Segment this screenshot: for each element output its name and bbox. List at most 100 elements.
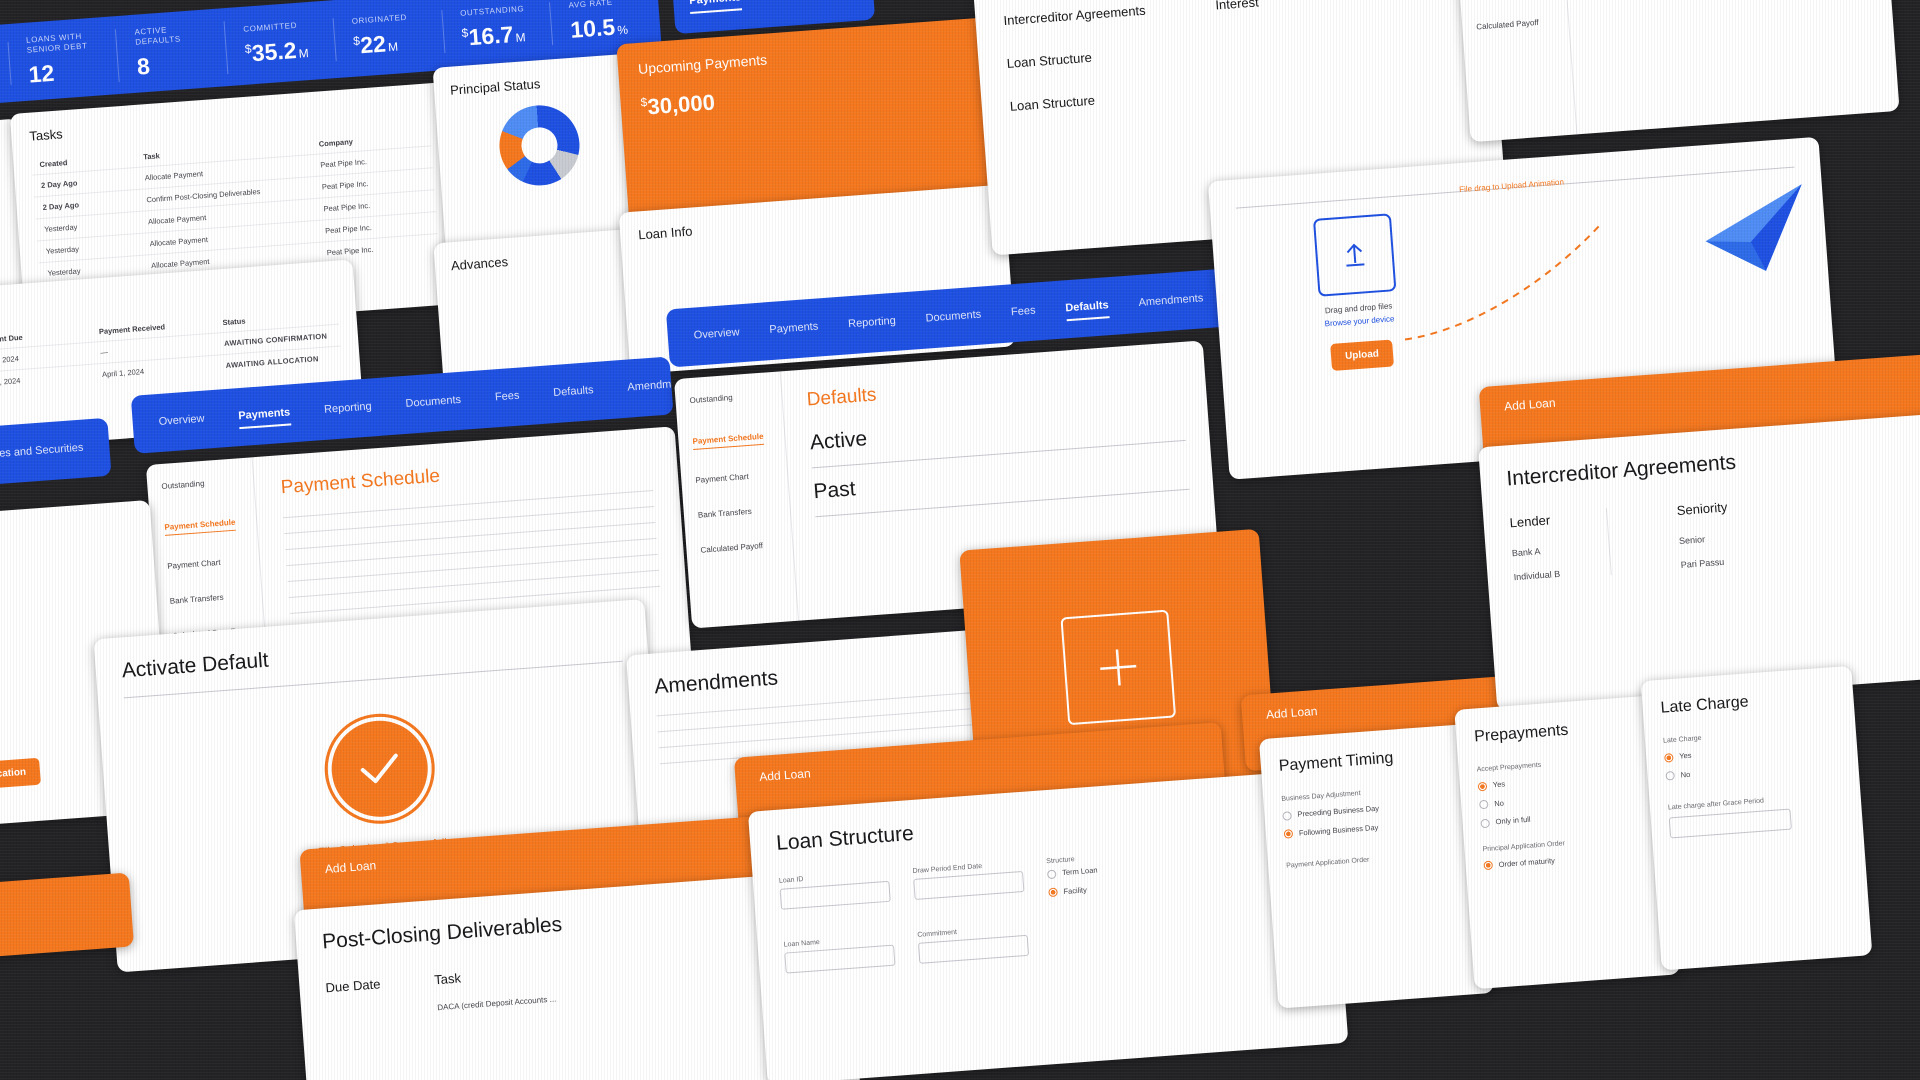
radio-icon-selected <box>1483 860 1494 871</box>
principal-status-title: Principal Status <box>449 76 541 98</box>
tab-documents[interactable]: Documents <box>405 393 462 412</box>
paper-plane-icon <box>1705 184 1802 271</box>
sidebar-item-payment-chart[interactable]: Payment Chart <box>695 469 787 485</box>
radio-option-term-loan[interactable]: Term Loan <box>1046 866 1098 879</box>
post-closing-title: Post-Closing Deliverables <box>321 912 563 954</box>
kpi-active-defaults: ACTIVE DEFAULTS 8 <box>116 20 229 82</box>
tab-reporting[interactable]: Reporting <box>848 314 897 332</box>
radio-option-preceding-business-day[interactable]: Preceding Business Day <box>1282 798 1462 821</box>
tab-payments[interactable]: Payments <box>769 320 819 339</box>
radio-option-yes[interactable]: Yes <box>1664 740 1839 763</box>
tab-defaults[interactable]: Defaults <box>1065 299 1109 317</box>
radio-icon-selected <box>1048 887 1058 898</box>
upload-button[interactable]: Upload <box>1330 339 1394 371</box>
nav-bar-left-partial[interactable]: Fees Defaults Amendments Contingent Fees… <box>0 417 112 511</box>
intercreditor-col-seniority: Seniority Senior Pari Passu <box>1676 499 1731 570</box>
overview-link-loan-structure[interactable]: Loan Structure <box>1006 46 1149 71</box>
screens-board: LOANS 36 LOANS WITH SENIOR DEBT 12 ACTIV… <box>0 0 1920 1080</box>
tab-documents[interactable]: Documents <box>925 308 982 327</box>
radio-option-only-in-full[interactable]: Only in full <box>1480 806 1650 828</box>
kpi-label: COMMITTED <box>242 20 298 34</box>
radio-option-facility[interactable]: Facility <box>1048 884 1099 898</box>
sidebar-item-bank-transfers[interactable]: Bank Transfers <box>170 590 262 606</box>
loan-name-input[interactable] <box>784 944 896 974</box>
late-charge-grace-period-group: Late charge after Grace Period <box>1668 792 1845 839</box>
tab-amendments[interactable]: Amendments <box>1138 292 1204 312</box>
radio-label: Yes <box>1492 779 1506 790</box>
loan-structure-form-card: Loan Structure Loan ID Draw Period End D… <box>747 769 1349 1080</box>
sidebar-item-payment-schedule[interactable]: Payment Schedule <box>164 517 237 536</box>
tab-reporting[interactable]: Reporting <box>324 400 373 418</box>
sidebar-item-payment-schedule[interactable]: Payment Schedule <box>692 431 765 450</box>
kpi-avg-rate: AVG RATE 10.5% <box>550 0 661 45</box>
kpi-unit: % <box>616 22 629 37</box>
radio-icon-selected <box>1283 829 1294 839</box>
radio-option-order-of-maturity[interactable]: Order of maturity <box>1483 848 1653 871</box>
payoff-sidebar: Payment Schedule Payment Chart Bank Tran… <box>1452 0 1578 143</box>
structure-radio-group: Structure Term Loan Facility <box>1046 855 1100 907</box>
radio-option-yes[interactable]: Yes <box>1477 769 1648 791</box>
payoff-sidebar-item-calculated-payoff[interactable]: Calculated Payoff <box>1476 16 1568 32</box>
cell-due-date <box>327 1007 384 1020</box>
kpi-committed: COMMITTED $35.2M <box>225 17 337 69</box>
advances-title: Advances <box>450 254 509 274</box>
overview-links-col-2: Payment Timing Interest <box>1212 0 1315 98</box>
radio-label: No <box>1680 769 1691 780</box>
radio-label: Preceding Business Day <box>1297 803 1380 819</box>
tab-fees[interactable]: Fees <box>495 389 521 406</box>
grace-period-input[interactable] <box>1668 808 1792 839</box>
dropzone-text: Drag and drop files <box>1324 301 1393 316</box>
overview-link-intercreditor-agreements[interactable]: Intercreditor Agreements <box>1003 3 1146 28</box>
tab-overview[interactable]: Overview <box>158 412 205 430</box>
prepayments-title: Prepayments <box>1473 721 1569 746</box>
kpi-number: 16.7 <box>467 20 515 50</box>
add-loan-bar-bottom-left[interactable]: Add Loan <box>0 872 135 984</box>
tab-overview[interactable]: Overview <box>693 326 740 344</box>
radio-option-following-business-day[interactable]: Following Business Day <box>1283 816 1464 839</box>
cell-task: DACA (credit Deposit Accounts ... <box>437 994 557 1013</box>
kpi-value: 12 <box>27 59 56 88</box>
radio-icon <box>1282 810 1292 821</box>
radio-icon <box>1478 799 1489 810</box>
tab-payments-fragment[interactable]: Payments <box>689 0 742 10</box>
overview-link-interest[interactable]: Interest <box>1215 0 1309 13</box>
radio-label: No <box>1493 798 1505 808</box>
commitment-input[interactable] <box>917 934 1030 964</box>
sidebar-item-calculated-payoff[interactable]: Calculated Payoff <box>700 539 792 555</box>
amount-value: 30,000 <box>646 89 716 120</box>
sidebar-item-outstanding[interactable]: Outstanding <box>689 389 781 405</box>
radio-option-no[interactable]: No <box>1665 758 1840 781</box>
intercreditor-agreements-card: Intercreditor Agreements Lender Bank A I… <box>1478 409 1920 711</box>
field-commitment: Commitment <box>917 924 1030 964</box>
sidebar-item-bank-transfers[interactable]: Bank Transfers <box>698 504 790 520</box>
intercreditor-col-lender: Lender Bank A Individual B <box>1509 508 1612 583</box>
kpi-unit: M <box>298 45 310 61</box>
group-label: Payment Application Order <box>1286 856 1370 870</box>
browse-device-link[interactable]: Browse your device <box>1324 314 1394 328</box>
field-draw-period-end-date: Draw Period End Date <box>912 860 1025 916</box>
upcoming-payments-amount: $30,000 <box>640 69 991 121</box>
kpi-value: $35.2M <box>244 35 318 67</box>
upload-dropzone[interactable] <box>1312 213 1397 297</box>
tab-defaults[interactable]: Defaults <box>553 384 594 402</box>
kpi-label: LOANS WITH SENIOR DEBT <box>25 31 88 55</box>
tab-contingent-fees[interactable]: Contingent Fees and Securities <box>0 441 84 467</box>
sidebar-item-outstanding[interactable]: Outstanding <box>161 475 253 491</box>
column-header-lender: Lender <box>1509 512 1551 531</box>
loan-id-input[interactable] <box>779 880 891 910</box>
overview-link-loan-structure-2[interactable]: Loan Structure <box>1009 88 1152 114</box>
tab-payments[interactable]: Payments <box>238 406 291 425</box>
cell-lender: Individual B <box>1513 568 1561 583</box>
radio-option-no[interactable]: No <box>1478 787 1649 810</box>
sidebar-item-payment-chart[interactable]: Payment Chart <box>167 555 259 571</box>
tab-fees[interactable]: Fees <box>1011 304 1037 321</box>
tab-amendments[interactable]: Amendments <box>627 376 674 396</box>
radio-label: Yes <box>1678 750 1692 761</box>
kpi-value: $22M <box>353 27 427 59</box>
draw-period-end-date-input[interactable] <box>913 870 1025 900</box>
confirm-allocation-button[interactable]: Confirm Allocation <box>0 757 42 794</box>
principal-application-order-group: Principal Application Order Order of mat… <box>1482 833 1653 871</box>
column-header-seniority: Seniority <box>1676 499 1728 519</box>
checkmark-icon <box>360 753 398 784</box>
field-loan-id: Loan ID <box>779 870 892 926</box>
